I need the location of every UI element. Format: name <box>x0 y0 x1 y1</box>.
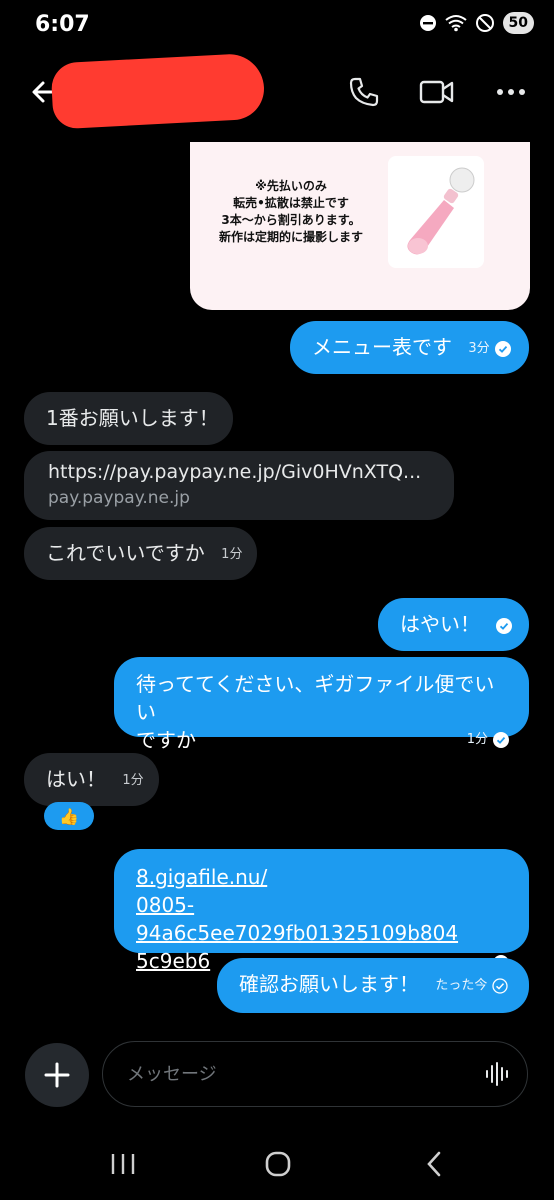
video-call-button[interactable] <box>416 72 458 112</box>
read-check-icon <box>493 732 509 748</box>
message-bubble-outgoing[interactable]: 待っててください、ギガファイル便でいい ですか 1分 <box>114 657 529 752</box>
message-bubble-outgoing[interactable]: 確認お願いします！ たった今 <box>217 958 529 1013</box>
status-icons: 50 <box>419 12 534 34</box>
sent-check-icon <box>492 977 509 994</box>
battery-level: 50 <box>502 12 534 34</box>
message-text: はやい！ <box>400 612 480 636</box>
recents-button[interactable] <box>100 1146 146 1182</box>
status-time: 6:07 <box>35 12 90 37</box>
wifi-icon <box>444 15 467 32</box>
menu-image-message[interactable]: ※先払いのみ 転売•拡散は禁止です 3本〜から割引あります。 新作は定期的に撮影… <box>190 142 530 310</box>
more-horizontal-icon <box>497 89 525 95</box>
message-text-line1: 待っててください、ギガファイル便でいい <box>136 672 495 724</box>
voice-button[interactable] <box>467 1061 527 1087</box>
message-text: 確認お願いします！ <box>239 972 419 996</box>
message-time: 1分 <box>122 772 144 788</box>
link-domain: pay.paypay.ne.jp <box>48 488 190 508</box>
home-icon <box>265 1151 291 1177</box>
message-meta: たった今 <box>435 972 509 1000</box>
message-text: これでいいですか <box>46 541 205 565</box>
more-button[interactable] <box>494 72 528 112</box>
message-input-container[interactable] <box>102 1041 528 1107</box>
message-bubble-incoming[interactable]: はい！ 1分 <box>24 753 159 806</box>
read-check-icon <box>494 340 511 357</box>
link-preview-message[interactable]: https://pay.paypay.ne.jp/Giv0HVnXTQ... p… <box>24 451 454 520</box>
video-icon <box>419 80 454 104</box>
plus-icon <box>44 1062 70 1088</box>
message-text: 1番お願いします！ <box>46 406 219 430</box>
message-bubble-incoming[interactable]: これでいいですか 1分 <box>24 527 257 580</box>
add-attachment-button[interactable] <box>25 1043 89 1107</box>
back-chevron-icon <box>427 1151 441 1177</box>
call-button[interactable] <box>344 72 384 112</box>
do-not-disturb-icon <box>419 15 436 31</box>
message-text: メニュー表です <box>312 335 452 359</box>
message-bubble-incoming[interactable]: 1番お願いします！ <box>24 392 233 445</box>
message-link-line1[interactable]: 8.gigafile.nu/ <box>136 863 509 891</box>
message-bubble-outgoing[interactable]: はやい！ <box>378 598 529 651</box>
message-input[interactable] <box>125 1062 467 1086</box>
message-meta: 3分 <box>468 335 511 363</box>
message-text-line2: ですか <box>136 728 196 752</box>
reaction-badge[interactable]: 👍 <box>44 802 94 830</box>
message-bubble-outgoing[interactable]: メニュー表です 3分 <box>290 321 529 374</box>
message-link-line2[interactable]: 0805-94a6c5ee7029fb01325109b804 <box>136 891 509 947</box>
mute-icon <box>475 14 494 32</box>
waveform-icon <box>486 1062 508 1086</box>
read-check-icon <box>496 617 513 634</box>
recents-icon <box>111 1154 135 1174</box>
message-meta: 1分 <box>467 726 509 754</box>
phone-icon <box>349 77 379 107</box>
product-photo <box>388 156 484 268</box>
redacted-username <box>50 52 266 130</box>
message-bubble-outgoing[interactable]: 8.gigafile.nu/ 0805-94a6c5ee7029fb013251… <box>114 849 529 973</box>
message-meta <box>496 617 513 634</box>
message-time: 1分 <box>221 546 243 562</box>
home-button[interactable] <box>256 1144 300 1184</box>
nav-back-button[interactable] <box>414 1146 454 1182</box>
menu-image-text: ※先払いのみ 転売•拡散は禁止です 3本〜から割引あります。 新作は定期的に撮影… <box>218 179 363 244</box>
message-link-line3[interactable]: 5c9eb6 <box>136 947 210 975</box>
message-time: たった今 <box>435 977 488 993</box>
product-image <box>407 167 475 255</box>
message-time: 3分 <box>468 340 490 356</box>
message-text: はい！ <box>46 767 106 791</box>
message-time: 1分 <box>466 732 488 747</box>
link-url[interactable]: https://pay.paypay.ne.jp/Giv0HVnXTQ... <box>48 458 454 486</box>
